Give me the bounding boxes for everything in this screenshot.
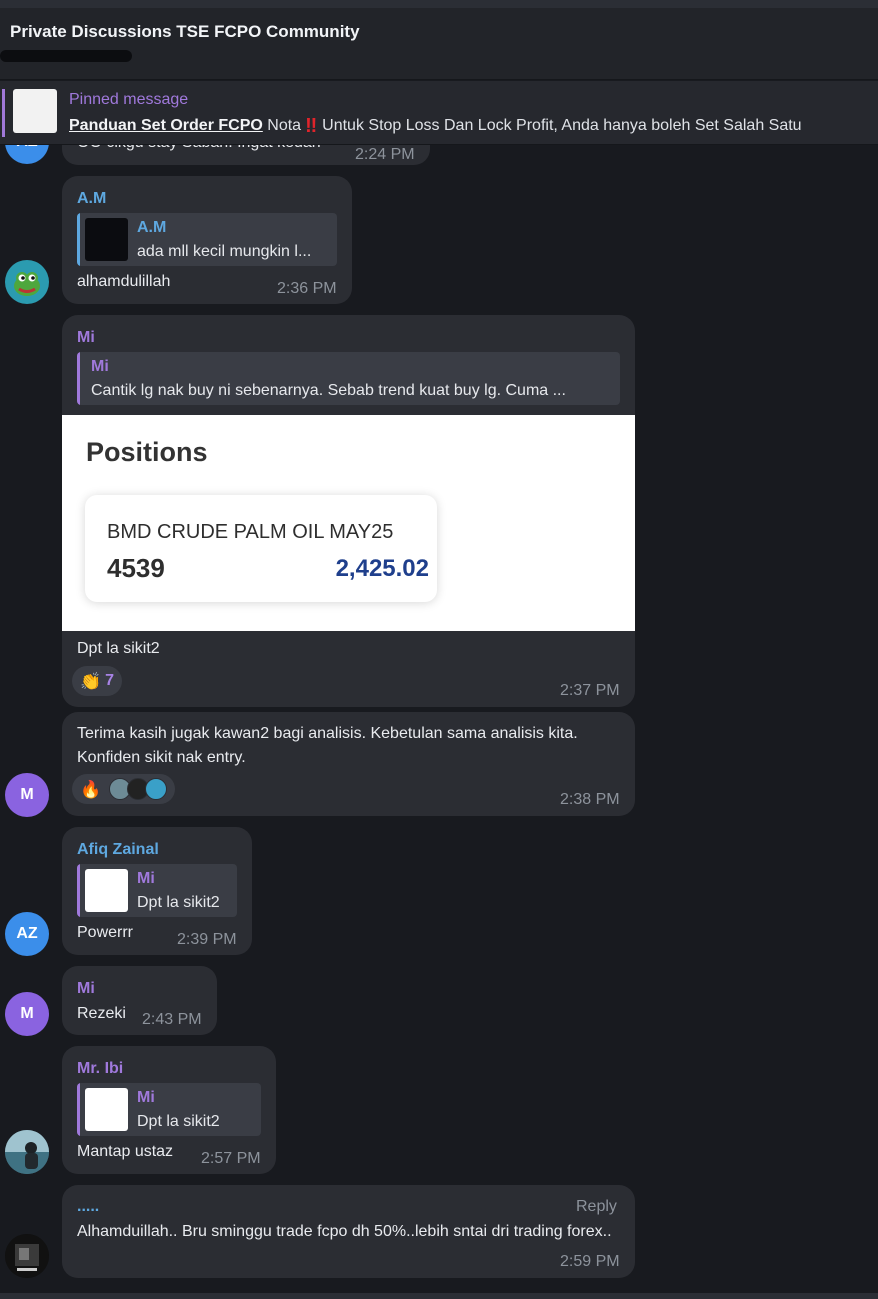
quote-bar — [77, 213, 80, 266]
reaction-chip[interactable]: 👏 7 — [72, 666, 123, 696]
reply-quote[interactable]: A.M ada mll kecil mungkin l... — [77, 213, 337, 266]
avatar[interactable]: AZ — [5, 145, 49, 164]
message-time: 2:43 PM — [142, 1011, 202, 1028]
message-bubble[interactable]: ..... Reply Alhamduillah.. Bru sminggu t… — [62, 1185, 635, 1278]
avatar[interactable]: AZ — [5, 912, 49, 956]
message-text: Terima kasih jugak kawan2 bagi analisis.… — [77, 725, 578, 766]
reply-quote[interactable]: Mi Dpt la sikit2 — [77, 1083, 261, 1136]
pinned-note: Nota — [267, 117, 302, 134]
sender-name[interactable]: Mi — [77, 980, 95, 998]
message-bubble[interactable]: Mi Rezeki 2:43 PM — [62, 966, 217, 1035]
reaction-count: 7 — [105, 672, 115, 689]
quote-text: Cantik lg nak buy ni sebenarnya. Sebab t… — [91, 382, 566, 399]
sender-name[interactable]: A.M — [77, 190, 106, 208]
avatar[interactable]: M — [5, 773, 49, 817]
sender-name[interactable]: ..... — [77, 1198, 99, 1216]
chat-title: Private Discussions TSE FCPO Community — [10, 22, 360, 41]
sender-name[interactable]: Afiq Zainal — [77, 841, 159, 859]
message-text: OO cikgu stay Sabah. Ingat kedah — [77, 145, 321, 155]
quote-bar — [77, 352, 80, 405]
position-card: BMD CRUDE PALM OIL MAY25 4539 2,425.02 — [85, 495, 437, 602]
chat-subtitle-redacted — [0, 50, 132, 62]
message-text: Powerrr — [77, 924, 134, 941]
quote-sender: Mi — [137, 870, 155, 887]
double-exclamation-icon: ‼ — [305, 115, 317, 137]
reply-label[interactable]: Reply — [576, 1198, 617, 1216]
message-bubble[interactable]: Mr. Ibi Mi Dpt la sikit2 Mantap ustaz 2:… — [62, 1046, 276, 1174]
frog-icon — [14, 272, 40, 296]
avatar-dark[interactable] — [5, 1234, 49, 1278]
message-bubble[interactable]: A.M A.M ada mll kecil mungkin l... alham… — [62, 176, 352, 304]
chat-header[interactable]: Private Discussions TSE FCPO Community — [0, 8, 878, 80]
position-instrument: BMD CRUDE PALM OIL MAY25 — [107, 521, 394, 543]
pinned-link[interactable]: Panduan Set Order FCPO — [69, 117, 263, 134]
avatar-photo[interactable] — [5, 1130, 49, 1174]
position-quantity: 4539 — [107, 553, 165, 583]
quote-text: Dpt la sikit2 — [137, 894, 220, 911]
pinned-preview: Panduan Set Order FCPO Nota ‼ Untuk Stop L… — [69, 115, 802, 138]
message-bubble[interactable]: Terima kasih jugak kawan2 bagi analisis.… — [62, 712, 635, 816]
message-list[interactable]: AZ OO cikgu stay Sabah. Ingat kedah 2:24… — [0, 145, 878, 1293]
quote-text: Dpt la sikit2 — [137, 1113, 220, 1130]
reply-quote[interactable]: Mi Dpt la sikit2 — [77, 864, 237, 917]
message-time: 2:39 PM — [177, 931, 237, 948]
reactor-avatar — [145, 778, 168, 800]
pinned-thumbnail — [13, 89, 57, 133]
message-bubble[interactable]: Mi Mi Cantik lg nak buy ni sebenarnya. S… — [62, 315, 635, 707]
sender-name[interactable]: Mi — [77, 329, 95, 347]
message-time: 2:38 PM — [560, 791, 620, 808]
message-time: 2:36 PM — [277, 280, 337, 297]
quote-thumbnail — [85, 869, 128, 912]
quote-thumbnail — [85, 218, 128, 261]
quote-text: ada mll kecil mungkin l... — [137, 243, 312, 260]
message-text: Alhamduillah.. Bru sminggu trade fcpo dh… — [77, 1223, 612, 1240]
person-photo-icon — [5, 1130, 49, 1174]
window-bottom-strip — [0, 1293, 878, 1299]
message-text: Mantap ustaz — [77, 1143, 174, 1160]
message-bubble[interactable]: OO cikgu stay Sabah. Ingat kedah 2:24 PM — [62, 145, 430, 165]
pinned-message-bar[interactable]: Pinned message Panduan Set Order FCPO No… — [0, 81, 878, 145]
pinned-label: Pinned message — [69, 91, 189, 108]
fire-icon: 🔥 — [80, 779, 102, 799]
clapping-hands-icon: 👏 — [80, 671, 102, 691]
positions-screenshot[interactable]: Positions BMD CRUDE PALM OIL MAY25 4539 … — [62, 415, 635, 631]
message-time: 2:59 PM — [560, 1253, 620, 1270]
positions-title: Positions — [86, 437, 208, 467]
message-bubble[interactable]: Afiq Zainal Mi Dpt la sikit2 Powerrr 2:3… — [62, 827, 252, 955]
avatar-frog[interactable] — [5, 260, 49, 304]
sender-name[interactable]: Mr. Ibi — [77, 1060, 123, 1078]
message-time: 2:57 PM — [201, 1150, 261, 1167]
message-text: Dpt la sikit2 — [77, 640, 160, 657]
message-time-value: 2:24 PM — [355, 146, 415, 163]
quote-sender: Mi — [91, 358, 109, 375]
message-text: Rezeki — [77, 1005, 126, 1022]
quote-bar — [77, 1083, 80, 1136]
message-time: 2:37 PM — [560, 682, 620, 699]
position-value: 2,425.02 — [335, 555, 429, 582]
reaction-chip[interactable]: 🔥 — [72, 774, 176, 804]
quote-sender: Mi — [137, 1089, 155, 1106]
quote-thumbnail — [85, 1088, 128, 1131]
message-text: alhamdulillah — [77, 273, 171, 290]
window-top-strip — [0, 0, 878, 8]
pinned-text: Untuk Stop Loss Dan Lock Profit, Anda ha… — [322, 117, 802, 134]
avatar[interactable]: M — [5, 992, 49, 1036]
logo-avatar-icon — [5, 1234, 49, 1278]
reply-quote[interactable]: Mi Cantik lg nak buy ni sebenarnya. Seba… — [77, 352, 620, 405]
pinned-accent-bar — [2, 89, 5, 137]
quote-sender: A.M — [137, 219, 167, 236]
quote-bar — [77, 864, 80, 917]
